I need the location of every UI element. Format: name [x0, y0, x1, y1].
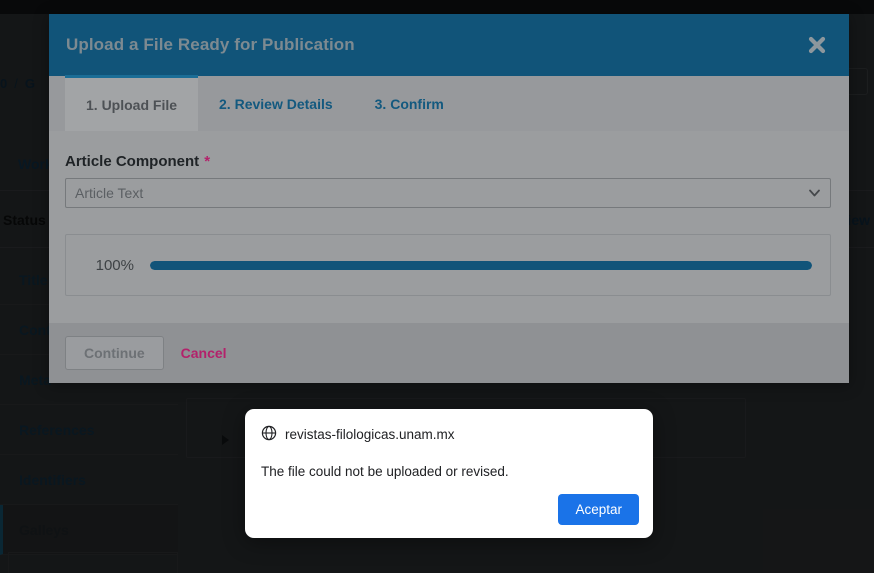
modal-title: Upload a File Ready for Publication — [66, 35, 355, 54]
progress-bar-fill — [150, 260, 812, 270]
article-component-label-text: Article Component — [65, 153, 200, 170]
tab-confirm[interactable]: 3. Confirm — [354, 76, 465, 131]
required-marker: * — [204, 153, 211, 170]
close-icon[interactable] — [804, 32, 830, 58]
tab-label: 1. Upload File — [86, 96, 178, 113]
modal-footer: Continue Cancel — [49, 323, 849, 383]
globe-icon — [261, 425, 277, 444]
article-component-label: Article Component * — [65, 153, 833, 170]
upload-progress-box: 100% — [65, 234, 831, 296]
modal-tabs: 1. Upload File 2. Review Details 3. Conf… — [49, 75, 849, 131]
dialog-origin-text: revistas-filologicas.unam.mx — [285, 427, 455, 442]
article-component-value: Article Text — [75, 185, 144, 201]
tab-review-details[interactable]: 2. Review Details — [198, 76, 354, 131]
browser-alert-dialog: revistas-filologicas.unam.mx The file co… — [245, 409, 653, 538]
modal-body: Article Component * Article Text 100% Co… — [49, 131, 849, 383]
chevron-down-icon — [808, 187, 820, 199]
tab-label: 2. Review Details — [219, 95, 333, 112]
dialog-origin-row: revistas-filologicas.unam.mx — [261, 425, 637, 444]
accept-button[interactable]: Aceptar — [558, 494, 639, 525]
dialog-actions: Aceptar — [558, 494, 639, 525]
continue-button[interactable]: Continue — [65, 336, 164, 370]
cancel-link[interactable]: Cancel — [181, 345, 227, 361]
article-component-select[interactable]: Article Text — [65, 178, 831, 208]
dialog-message: The file could not be uploaded or revise… — [261, 464, 509, 479]
progress-bar-track — [150, 260, 812, 270]
progress-percent-label: 100% — [95, 256, 134, 274]
upload-file-modal: Upload a File Ready for Publication 1. U… — [49, 14, 849, 383]
screen: 0 / G P Work Status view Title Cont Meta — [0, 0, 874, 573]
tab-upload-file[interactable]: 1. Upload File — [65, 75, 199, 131]
tab-label: 3. Confirm — [374, 95, 444, 112]
modal-header: Upload a File Ready for Publication — [49, 14, 849, 76]
